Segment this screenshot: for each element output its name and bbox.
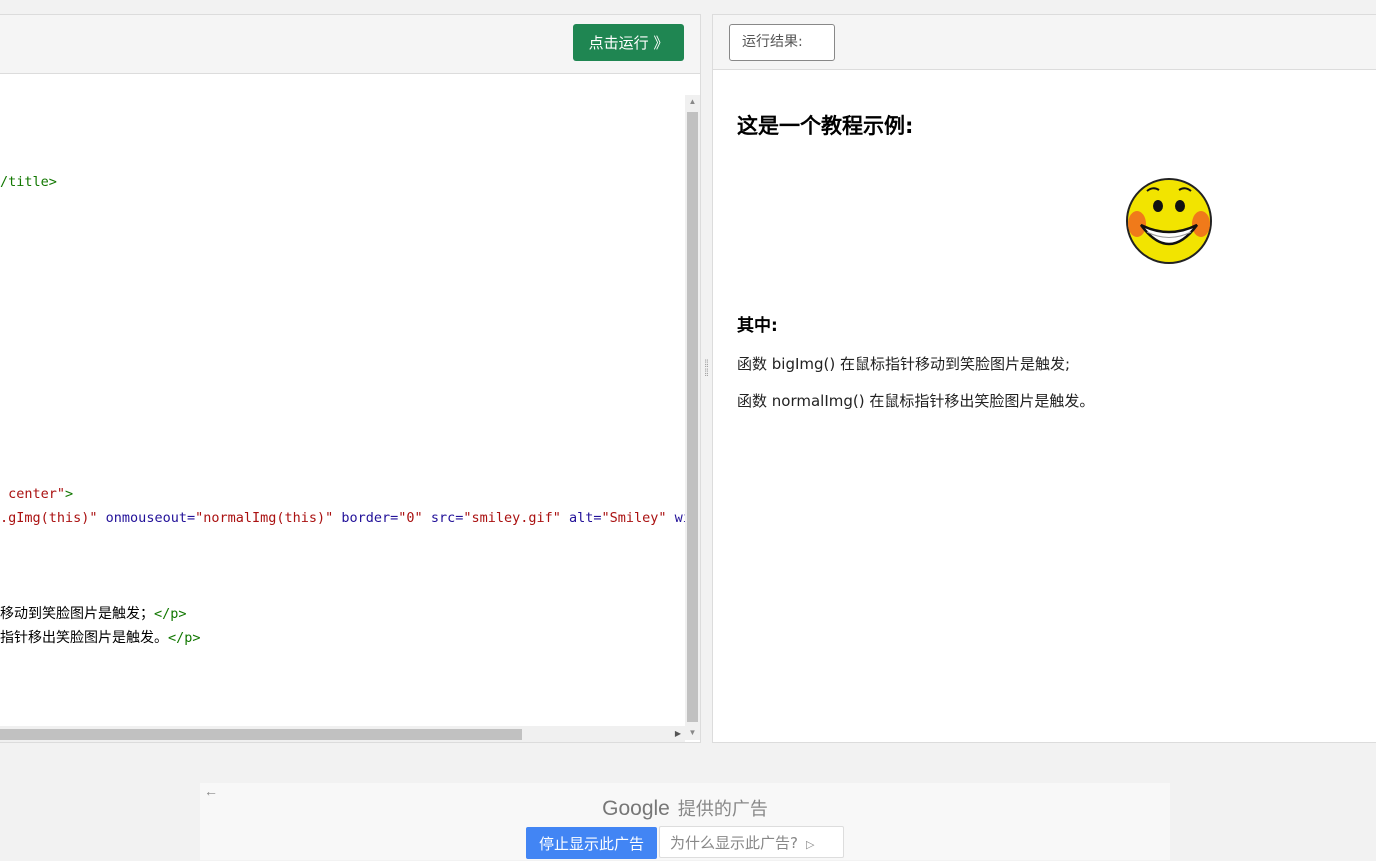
result-heading: 这是一个教程示例: xyxy=(737,114,914,138)
result-paragraph: 函数 normalImg() 在鼠标指针移出笑脸图片是触发。 xyxy=(737,392,1095,410)
code-token: "Smiley" xyxy=(601,510,667,526)
code-token: </p> xyxy=(154,606,187,622)
ad-provider-line: Google 提供的广告 xyxy=(200,795,1170,821)
code-token: "smiley.gif" xyxy=(463,510,561,526)
result-toolbar: 运行结果: xyxy=(713,15,1376,70)
google-logo: Google xyxy=(602,797,670,820)
code-token: 移动到笑脸图片是触发； xyxy=(0,606,154,622)
code-token: "normalImg(this)" xyxy=(195,510,334,526)
code-editor-panel: 点击运行 》 /title> center"> .gImg(this)" onm… xyxy=(0,14,701,743)
panel-resize-handle[interactable]: ⁞⁞ ⁞⁞ xyxy=(701,360,711,400)
code-line: 移动到笑脸图片是触发；</p> xyxy=(0,602,187,626)
result-preview: 这是一个教程示例: 其中: 函数 bigImg() 在鼠标指针移动到笑脸图片是触… xyxy=(713,70,1376,742)
stop-ad-button[interactable]: 停止显示此广告 xyxy=(526,827,657,859)
result-panel: 运行结果: 这是一个教程示例: 其中: 函数 bigImg() 在鼠标指针移动到… xyxy=(712,14,1376,743)
code-token: onmouseout= xyxy=(97,510,196,526)
ad-provider-text: 提供的广告 xyxy=(677,799,768,820)
code-token: wid xyxy=(674,510,685,526)
horizontal-scrollbar-thumb[interactable] xyxy=(0,729,522,740)
vertical-scrollbar[interactable]: ▲ ▼ xyxy=(685,95,700,740)
result-paragraph: 函数 bigImg() 在鼠标指针移动到笑脸图片是触发; xyxy=(737,355,1071,373)
code-line: center"> xyxy=(0,482,73,506)
code-token: "0" xyxy=(398,510,423,526)
code-token: center" xyxy=(0,486,66,502)
scroll-down-icon[interactable]: ▼ xyxy=(685,726,700,740)
why-this-ad-label: 为什么显示此广告? xyxy=(670,834,798,852)
code-token: border= xyxy=(333,510,399,526)
code-token: alt= xyxy=(560,510,602,526)
result-label: 运行结果: xyxy=(729,24,835,61)
code-line: .gImg(this)" onmouseout="normalImg(this)… xyxy=(0,506,685,530)
code-token: .gImg(this)" xyxy=(0,510,98,526)
result-subheading: 其中: xyxy=(737,316,778,336)
editor-toolbar: 点击运行 》 xyxy=(0,15,700,74)
code-token: src= xyxy=(422,510,464,526)
ad-banner: ← Google 提供的广告 停止显示此广告 为什么显示此广告? ▷ xyxy=(200,783,1170,860)
play-icon: ▷ xyxy=(805,838,815,851)
code-line: 指针移出笑脸图片是触发。</p> xyxy=(0,626,201,650)
code-token: </p> xyxy=(168,630,201,646)
code-editor[interactable]: /title> center"> .gImg(this)" onmouseout… xyxy=(0,74,685,726)
horizontal-scrollbar[interactable]: ▶ xyxy=(0,726,685,742)
smiley-face-icon[interactable] xyxy=(1125,177,1213,265)
vertical-scrollbar-thumb[interactable] xyxy=(687,112,698,722)
code-token: /title> xyxy=(0,174,57,190)
code-token: 指针移出笑脸图片是触发。 xyxy=(0,630,168,646)
code-line: /title> xyxy=(0,170,57,194)
run-button[interactable]: 点击运行 》 xyxy=(573,24,684,61)
scroll-right-icon[interactable]: ▶ xyxy=(675,726,681,742)
code-token: > xyxy=(65,486,74,502)
scroll-up-icon[interactable]: ▲ xyxy=(685,95,700,109)
why-this-ad-button[interactable]: 为什么显示此广告? ▷ xyxy=(659,826,844,858)
